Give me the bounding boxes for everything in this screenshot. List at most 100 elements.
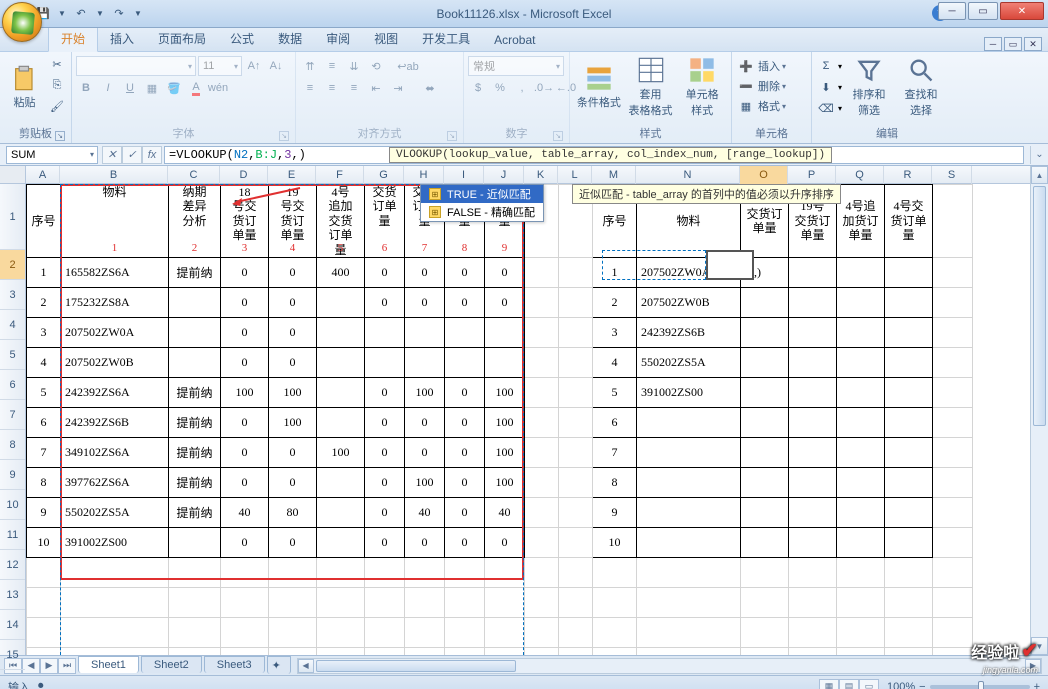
indent-decrease-icon[interactable]: ⇤	[366, 78, 386, 98]
cell-L13[interactable]	[559, 587, 593, 617]
cell-H9[interactable]: 100	[405, 467, 445, 497]
cell-A8[interactable]: 7	[27, 437, 61, 467]
expand-formula-bar-icon[interactable]: ⌄	[1030, 146, 1048, 164]
cell-F13[interactable]	[317, 587, 365, 617]
cell-Q10[interactable]	[837, 497, 885, 527]
cell-S1[interactable]	[933, 185, 973, 258]
col-header-C[interactable]: C	[168, 166, 220, 184]
wrap-text-icon[interactable]: ↩ab	[388, 56, 428, 76]
cell-M12[interactable]	[593, 557, 637, 587]
cell-N15[interactable]	[637, 647, 741, 655]
cell-M2[interactable]: 1	[593, 257, 637, 287]
cell-N10[interactable]	[637, 497, 741, 527]
cell-E8[interactable]: 0	[269, 437, 317, 467]
cell-L5[interactable]	[559, 347, 593, 377]
enter-formula-icon[interactable]: ✓	[122, 146, 142, 164]
undo-icon[interactable]: ↶	[72, 5, 90, 23]
zoom-level[interactable]: 100%	[887, 681, 915, 689]
cell-S3[interactable]	[933, 287, 973, 317]
cell-Q1[interactable]: 4号追加货订单量	[837, 185, 885, 258]
cell-G4[interactable]	[365, 317, 405, 347]
cell-E4[interactable]: 0	[269, 317, 317, 347]
cell-A2[interactable]: 1	[27, 257, 61, 287]
minimize-button[interactable]: ─	[938, 2, 966, 20]
cell-C11[interactable]	[169, 527, 221, 557]
intellisense-popup[interactable]: ⊞TRUE - 近似匹配 ⊞FALSE - 精确匹配	[420, 184, 544, 222]
cell-I4[interactable]	[445, 317, 485, 347]
cell-C1[interactable]: 纳期差异分析2	[169, 185, 221, 258]
cell-L3[interactable]	[559, 287, 593, 317]
number-dialog-launcher[interactable]: ↘	[553, 131, 563, 141]
cell-P13[interactable]	[789, 587, 837, 617]
cell-G9[interactable]: 0	[365, 467, 405, 497]
cell-C13[interactable]	[169, 587, 221, 617]
cell-P8[interactable]	[789, 437, 837, 467]
tab-nav-last-icon[interactable]: ⏭	[58, 658, 76, 674]
intellisense-option-false[interactable]: ⊞FALSE - 精确匹配	[421, 203, 543, 221]
cell-J7[interactable]: 100	[485, 407, 525, 437]
sheet-tab-3[interactable]: Sheet3	[204, 656, 265, 673]
wb-close-icon[interactable]: ✕	[1024, 37, 1042, 51]
cell-E9[interactable]: 0	[269, 467, 317, 497]
cell-G3[interactable]: 0	[365, 287, 405, 317]
cell-L7[interactable]	[559, 407, 593, 437]
cell-Q4[interactable]	[837, 317, 885, 347]
cell-C4[interactable]	[169, 317, 221, 347]
horizontal-scrollbar[interactable]: ◀ ▶	[297, 658, 1042, 674]
cell-C12[interactable]	[169, 557, 221, 587]
cell-A5[interactable]: 4	[27, 347, 61, 377]
cell-R15[interactable]	[885, 647, 933, 655]
formula-input[interactable]: =VLOOKUP(N2,B:J,3,) VLOOKUP(lookup_value…	[164, 146, 1024, 164]
cell-I14[interactable]	[445, 617, 485, 647]
redo-icon[interactable]: ↷	[110, 5, 128, 23]
cell-Q13[interactable]	[837, 587, 885, 617]
tab-developer[interactable]: 开发工具	[410, 26, 482, 51]
cell-A4[interactable]: 3	[27, 317, 61, 347]
cell-Q12[interactable]	[837, 557, 885, 587]
cell-F8[interactable]: 100	[317, 437, 365, 467]
cell-S10[interactable]	[933, 497, 973, 527]
cell-R6[interactable]	[885, 377, 933, 407]
tab-acrobat[interactable]: Acrobat	[482, 29, 547, 51]
cell-M15[interactable]	[593, 647, 637, 655]
cell-Q15[interactable]	[837, 647, 885, 655]
cell-K6[interactable]	[525, 377, 559, 407]
cell-Q6[interactable]	[837, 377, 885, 407]
cell-R4[interactable]	[885, 317, 933, 347]
cell-R3[interactable]	[885, 287, 933, 317]
cell-N2[interactable]: 207502ZW0A	[637, 257, 741, 287]
currency-icon[interactable]: $	[468, 78, 488, 98]
row-header-7[interactable]: 7	[0, 400, 25, 430]
cell-D9[interactable]: 0	[221, 467, 269, 497]
cell-S8[interactable]	[933, 437, 973, 467]
col-header-G[interactable]: G	[364, 166, 404, 184]
row-header-2[interactable]: 2	[0, 250, 25, 280]
cell-L14[interactable]	[559, 617, 593, 647]
find-select-button[interactable]: 查找和 选择	[896, 54, 946, 120]
underline-button[interactable]: U	[120, 78, 140, 98]
cell-J6[interactable]: 100	[485, 377, 525, 407]
cell-S13[interactable]	[933, 587, 973, 617]
row-header-8[interactable]: 8	[0, 430, 25, 460]
cell-J8[interactable]: 100	[485, 437, 525, 467]
cell-B10[interactable]: 550202ZS5A	[61, 497, 169, 527]
cell-P10[interactable]	[789, 497, 837, 527]
cell-F12[interactable]	[317, 557, 365, 587]
cell-P5[interactable]	[789, 347, 837, 377]
cell-K11[interactable]	[525, 527, 559, 557]
cell-I15[interactable]	[445, 647, 485, 655]
scroll-up-icon[interactable]: ▲	[1031, 166, 1048, 184]
cell-J12[interactable]	[485, 557, 525, 587]
cell-C7[interactable]: 提前纳	[169, 407, 221, 437]
cell-J4[interactable]	[485, 317, 525, 347]
cell-B4[interactable]: 207502ZW0A	[61, 317, 169, 347]
align-left-icon[interactable]: ≡	[300, 78, 320, 98]
cell-R1[interactable]: 4号交货订单量	[885, 185, 933, 258]
alignment-dialog-launcher[interactable]: ↘	[447, 131, 457, 141]
paste-button[interactable]: 粘贴	[4, 54, 45, 120]
wb-restore-icon[interactable]: ▭	[1004, 37, 1022, 51]
cell-M9[interactable]: 8	[593, 467, 637, 497]
cell-M5[interactable]: 4	[593, 347, 637, 377]
phonetic-button[interactable]: wén	[208, 78, 228, 98]
cell-L11[interactable]	[559, 527, 593, 557]
